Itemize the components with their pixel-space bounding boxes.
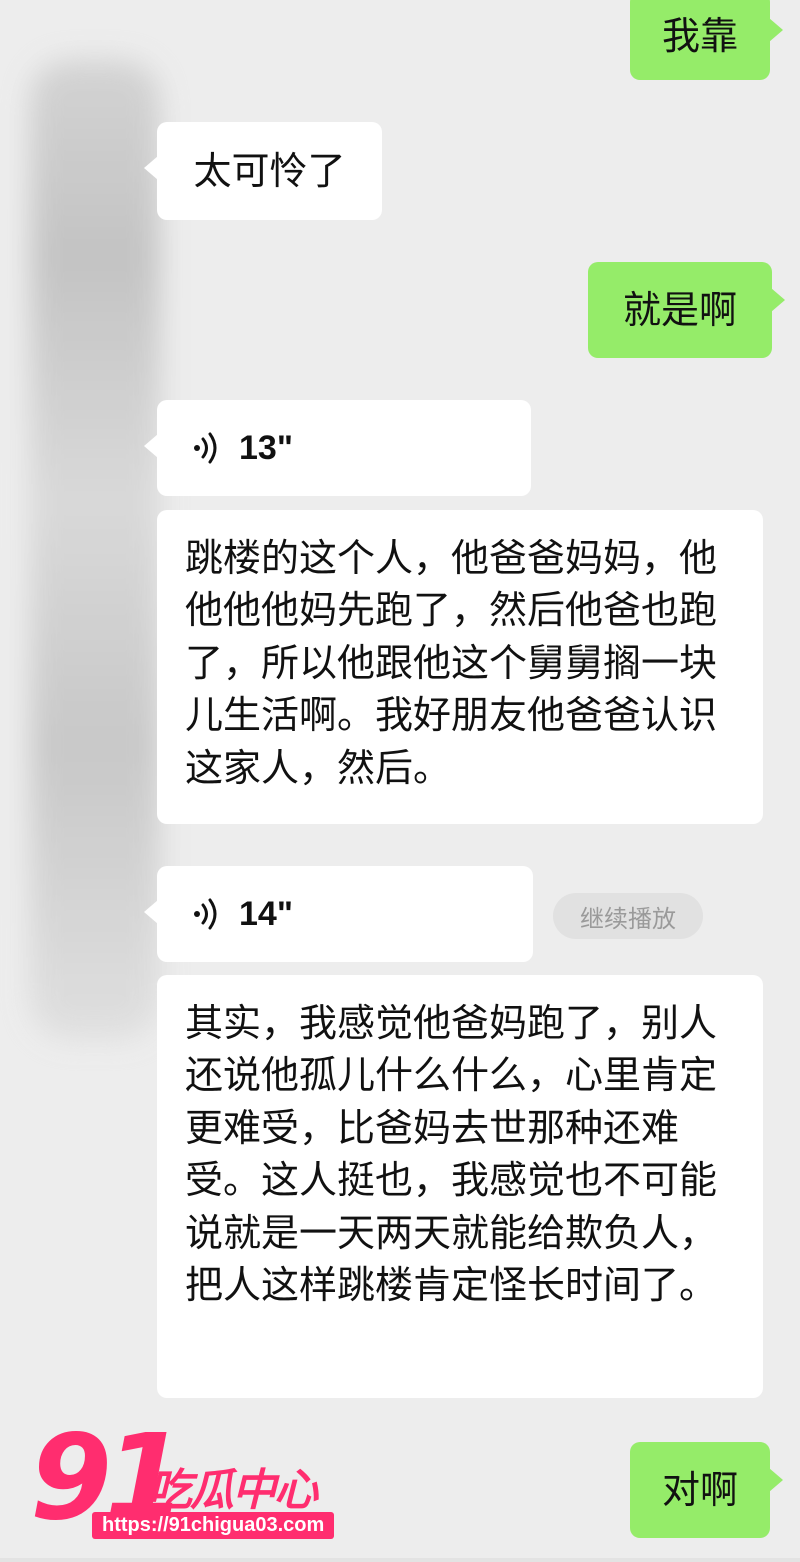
watermark-url: https://91chigua03.com: [92, 1512, 335, 1539]
message-text: 太可怜了: [193, 148, 346, 193]
voice-transcript: 跳楼的这个人，他爸爸妈妈，他他他他妈先跑了，然后他爸也跑了，所以他跟他这个舅舅搁…: [157, 510, 763, 824]
voice-transcript: 其实，我感觉他爸妈跑了，别人还说他孤儿什么什么，心里肯定更难受，比爸妈去世那种还…: [157, 975, 763, 1398]
transcript-text: 其实，我感觉他爸妈跑了，别人还说他孤儿什么什么，心里肯定更难受，比爸妈去世那种还…: [185, 1001, 718, 1308]
voice-duration: 14": [239, 894, 293, 933]
message-incoming[interactable]: 太可怜了: [144, 122, 382, 220]
voice-wave-icon: [194, 432, 217, 464]
message-text: 对啊: [661, 1467, 738, 1512]
message-text: 我靠: [661, 13, 738, 58]
voice-message[interactable]: 13": [144, 400, 531, 496]
continue-playing-button[interactable]: 继续播放: [553, 893, 703, 939]
voice-message[interactable]: 14": [144, 866, 533, 962]
site-watermark-logo: 91 吃瓜中心 https://91chigua03.com: [30, 1418, 360, 1548]
voice-wave-icon: [194, 898, 217, 930]
message-outgoing[interactable]: 就是啊: [588, 262, 785, 358]
message-outgoing[interactable]: 我靠: [630, 0, 783, 80]
bottom-divider: [0, 1558, 800, 1562]
watermark-name: 吃瓜中心: [148, 1465, 318, 1516]
blurred-avatar: [30, 60, 160, 1040]
message-outgoing[interactable]: 对啊: [630, 1442, 783, 1538]
voice-duration: 13": [239, 428, 293, 467]
message-text: 就是啊: [622, 287, 737, 332]
transcript-text: 跳楼的这个人，他爸爸妈妈，他他他他妈先跑了，然后他爸也跑了，所以他跟他这个舅舅搁…: [185, 536, 718, 790]
